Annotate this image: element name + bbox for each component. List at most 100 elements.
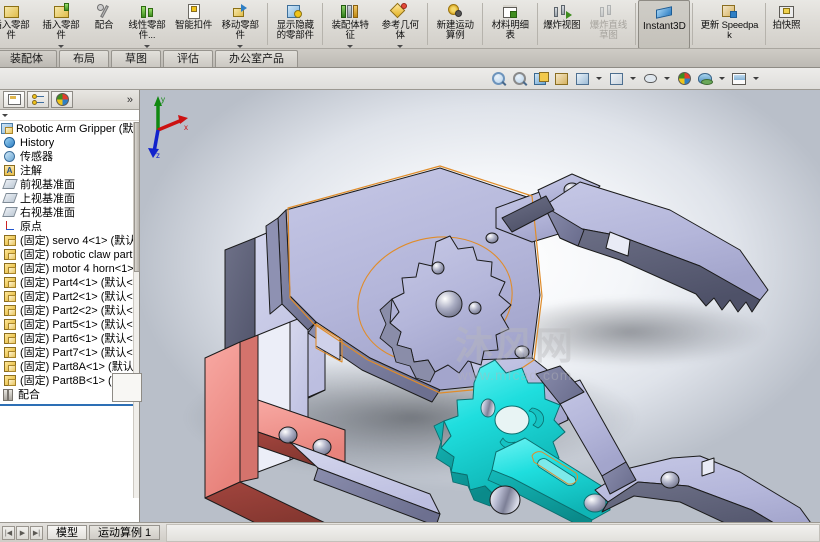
tree-item-part2-1[interactable]: (固定) Part2<1> (默认<<默 — [0, 290, 134, 304]
plane-icon — [2, 193, 18, 205]
zoom-to-area-icon[interactable] — [509, 69, 529, 88]
view-orientation-icon[interactable] — [551, 69, 571, 88]
display-style-icon[interactable] — [572, 69, 592, 88]
tab-model[interactable]: 模型 — [47, 525, 87, 540]
feature-manager-tree-tab[interactable] — [3, 91, 25, 108]
ribbon-button-new-motion-study[interactable]: 新建运动算例 — [430, 0, 480, 48]
viewport-icon[interactable] — [729, 69, 749, 88]
tree-item-history[interactable]: History — [0, 136, 134, 150]
ribbon-separator — [427, 3, 429, 45]
graphics-viewport[interactable]: 沐风网 www.mfcad.com y x z — [140, 90, 820, 522]
display-manager-tab[interactable] — [51, 91, 73, 108]
ribbon-separator — [635, 3, 637, 45]
feature-manager-filter-row[interactable] — [0, 110, 139, 121]
chevron-down-icon[interactable] — [347, 45, 354, 48]
chevron-down-icon[interactable] — [2, 114, 8, 117]
ribbon-button-bill-of-materials[interactable]: 材料明细表 — [485, 0, 535, 48]
triad-z-label: z — [156, 151, 160, 160]
ribbon-button-linear-component-pattern[interactable]: 线性零部件... — [122, 0, 172, 48]
tree-item-label: (固定) Part2<2> (默认<<默 — [20, 305, 134, 317]
nav-last-button[interactable]: ▶| — [30, 525, 43, 540]
tree-item-label: (固定) servo 4<1> (默认<<默 — [20, 235, 134, 247]
part-icon — [4, 333, 17, 345]
tree-item-label: 注解 — [20, 165, 42, 177]
ribbon-button-exploded-view[interactable]: 爆炸视图 — [540, 0, 583, 48]
ribbon-button-snapshot[interactable]: 拍快照 — [768, 0, 804, 48]
tree-item-motor4-horn[interactable]: (固定) motor 4 horn<1> (默 — [0, 262, 134, 276]
tab-motion-study-1[interactable]: 运动算例 1 — [89, 525, 161, 540]
tree-item-label: (固定) Part4<1> (默认<<默 — [20, 277, 134, 289]
feature-manager-tab-bar: » — [0, 90, 139, 110]
ribbon-button-label: 材料明细表 — [491, 20, 529, 41]
ribbon-button-show-hidden-components[interactable]: 显示隐藏的零部件 — [270, 0, 320, 48]
tab-layout[interactable]: 布局 — [59, 50, 109, 67]
cad-model-render — [204, 165, 811, 522]
overflow-chevron-icon[interactable]: » — [127, 94, 133, 106]
tree-item-annotations[interactable]: A 注解 — [0, 164, 134, 178]
chevron-down-icon[interactable] — [630, 77, 636, 80]
tree-item-label: 配合 — [18, 389, 40, 401]
section-view-icon[interactable] — [530, 69, 550, 88]
feature-tree[interactable]: Robotic Arm Gripper (默认< History 传感器 A 注… — [0, 122, 134, 498]
nav-play-button[interactable]: ▶ — [16, 525, 29, 540]
mate-icon — [93, 2, 115, 21]
ribbon-button-mate[interactable]: 配合 — [86, 0, 122, 48]
tree-item-origin[interactable]: 原点 — [0, 220, 134, 234]
nav-first-button[interactable]: |◀ — [2, 525, 15, 540]
chevron-down-icon[interactable] — [596, 77, 602, 80]
ribbon-button-smart-fasteners[interactable]: 智能扣件 — [172, 0, 215, 48]
tree-item-part7[interactable]: (固定) Part7<1> (默认<<默 — [0, 346, 134, 360]
ribbon-separator — [482, 3, 484, 45]
tree-item-robotic-claw-part-1[interactable]: (固定) robotic claw part 1< — [0, 248, 134, 262]
chevron-down-icon[interactable] — [664, 77, 670, 80]
tree-item-front-plane[interactable]: 前视基准面 — [0, 178, 134, 192]
feature-manager-panel: » Robotic Arm Gripper (默认< History 传感器 A… — [0, 90, 142, 522]
property-manager-tab[interactable] — [27, 91, 49, 108]
ribbon-button-assembly-features[interactable]: 装配体特征 — [325, 0, 375, 48]
ribbon-button-label: 参考几何体 — [381, 20, 419, 41]
tree-item-assembly[interactable]: Robotic Arm Gripper (默认< — [0, 122, 134, 136]
tree-item-part4[interactable]: (固定) Part4<1> (默认<<默 — [0, 276, 134, 290]
tree-item-part8a[interactable]: (固定) Part8A<1> (默认<< — [0, 360, 134, 374]
apply-scene-icon[interactable] — [674, 69, 694, 88]
tree-scrollbar[interactable] — [133, 122, 140, 498]
tree-item-part2-2[interactable]: (固定) Part2<2> (默认<<默 — [0, 304, 134, 318]
chevron-down-icon[interactable] — [58, 45, 64, 48]
tab-assembly[interactable]: 装配体 — [0, 50, 57, 67]
chevron-down-icon[interactable] — [144, 45, 150, 48]
ribbon-button-label: 更新 Speedpak — [700, 20, 759, 41]
ribbon-button-explode-line-sketch[interactable]: 爆炸直线草图 — [583, 0, 633, 48]
tree-item-label: (固定) robotic claw part 1< — [20, 249, 134, 261]
linear-component-pattern-icon — [136, 2, 158, 21]
zoom-to-fit-icon[interactable] — [488, 69, 508, 88]
hide-show-items-icon[interactable] — [606, 69, 626, 88]
ribbon-button-move-component[interactable]: 移动零部件 — [215, 0, 265, 48]
new-motion-study-icon — [444, 2, 466, 21]
tree-item-top-plane[interactable]: 上视基准面 — [0, 192, 134, 206]
panel-splitter[interactable] — [0, 404, 134, 406]
tab-sketch[interactable]: 草图 — [111, 50, 161, 67]
tree-item-part6[interactable]: (固定) Part6<1> (默认<<默 — [0, 332, 134, 346]
ribbon-button-label: 配合 — [94, 20, 114, 31]
edit-appearance-icon[interactable] — [640, 69, 660, 88]
part-icon — [4, 347, 17, 359]
chevron-down-icon[interactable] — [719, 77, 725, 80]
ribbon-button-reference-geometry[interactable]: 参考几何体 — [375, 0, 425, 48]
chevron-down-icon[interactable] — [237, 45, 244, 48]
tab-evaluate[interactable]: 评估 — [163, 50, 213, 67]
ribbon-button-update-speedpak[interactable]: 更新 Speedpak — [695, 0, 763, 48]
tree-item-servo4[interactable]: (固定) servo 4<1> (默认<<默 — [0, 234, 134, 248]
tree-item-right-plane[interactable]: 右视基准面 — [0, 206, 134, 220]
tree-item-label: History — [20, 137, 55, 149]
ribbon-button-insert-component-partial[interactable]: 插入零部件 — [0, 0, 36, 48]
ribbon-button-label: 显示隐藏的零部件 — [276, 20, 314, 41]
view-settings-icon[interactable] — [695, 69, 715, 88]
chevron-down-icon[interactable] — [397, 45, 404, 48]
ribbon-button-insert-component[interactable]: 插入零部件 — [36, 0, 86, 48]
animation-nav-buttons: |◀ ▶ ▶| — [0, 525, 43, 540]
tab-office-products[interactable]: 办公室产品 — [215, 50, 298, 67]
tree-item-part5[interactable]: (固定) Part5<1> (默认<<默 — [0, 318, 134, 332]
tree-item-sensors[interactable]: 传感器 — [0, 150, 134, 164]
ribbon-button-instant3d[interactable]: Instant3D — [638, 0, 691, 48]
chevron-down-icon[interactable] — [753, 77, 759, 80]
